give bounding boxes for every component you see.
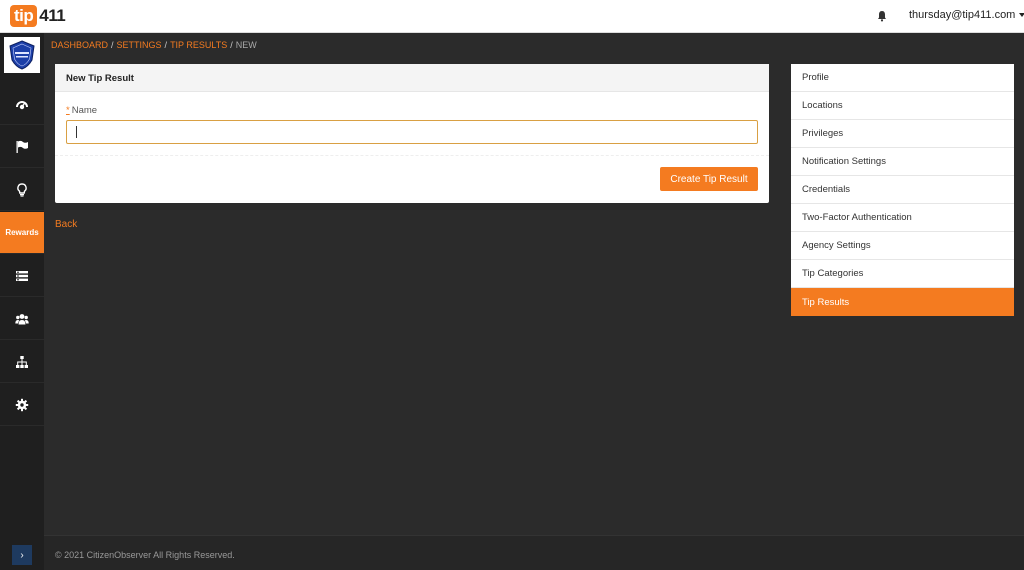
users-icon: [15, 313, 29, 324]
chevron-right-icon: ›: [20, 549, 24, 561]
top-navbar: tip 411 thursday@tip411.com: [0, 0, 1024, 33]
menu-item-two-factor-authentication[interactable]: Two-Factor Authentication: [791, 204, 1014, 232]
breadcrumb-tip-results[interactable]: Tip Results: [170, 40, 227, 50]
breadcrumb-separator: /: [111, 40, 114, 50]
sidebar-item-organization[interactable]: [0, 341, 44, 383]
sidebar-item-users[interactable]: [0, 298, 44, 340]
form-divider: [55, 155, 769, 156]
menu-item-credentials[interactable]: Credentials: [791, 176, 1014, 204]
footer: © 2021 CitizenObserver All Rights Reserv…: [44, 535, 1024, 570]
menu-item-agency-settings[interactable]: Agency Settings: [791, 232, 1014, 260]
list-icon: [16, 270, 28, 281]
back-link[interactable]: Back: [55, 219, 77, 230]
user-email: thursday@tip411.com: [909, 9, 1016, 21]
sidebar-item-list[interactable]: [0, 255, 44, 297]
settings-menu: Profile Locations Privileges Notificatio…: [791, 64, 1014, 316]
lightbulb-icon: [17, 182, 27, 197]
sidebar: Rewards ›: [0, 33, 44, 570]
name-field-label: * Name: [66, 105, 97, 116]
menu-item-notification-settings[interactable]: Notification Settings: [791, 148, 1014, 176]
caret-down-icon: [1019, 13, 1024, 18]
sidebar-item-rewards-label: Rewards: [5, 228, 39, 237]
logo-number-text: 411: [39, 6, 66, 25]
expand-sidebar-button[interactable]: ›: [12, 545, 32, 565]
copyright-text: © 2021 CitizenObserver All Rights Reserv…: [55, 550, 235, 560]
dashboard-gauge-icon: [16, 100, 28, 109]
logo-tip-text: tip: [10, 5, 38, 27]
bell-icon[interactable]: [876, 10, 888, 22]
sidebar-item-dashboard[interactable]: [0, 83, 44, 125]
form-title: New Tip Result: [55, 64, 769, 92]
user-menu[interactable]: thursday@tip411.com: [909, 9, 1024, 21]
breadcrumb-separator: /: [164, 40, 168, 50]
new-tip-result-form: New Tip Result * Name Create Tip Result: [55, 64, 769, 203]
sitemap-icon: [16, 355, 28, 368]
breadcrumb-separator: /: [230, 40, 233, 50]
menu-item-profile[interactable]: Profile: [791, 64, 1014, 92]
flag-icon: [16, 140, 28, 153]
menu-item-tip-categories[interactable]: Tip Categories: [791, 260, 1014, 288]
breadcrumb-dashboard[interactable]: Dashboard: [51, 40, 108, 50]
name-input[interactable]: [66, 120, 758, 144]
required-marker: *: [66, 105, 70, 116]
tip411-logo[interactable]: tip 411: [10, 5, 66, 27]
breadcrumb: Dashboard / Settings / Tip Results / New: [51, 40, 257, 50]
police-badge-icon[interactable]: [4, 37, 40, 73]
sidebar-item-ideas[interactable]: [0, 169, 44, 211]
sidebar-item-rewards[interactable]: Rewards: [0, 212, 44, 254]
menu-item-tip-results[interactable]: Tip Results: [791, 288, 1014, 316]
name-label-text: Name: [71, 105, 98, 116]
sidebar-item-settings[interactable]: [0, 384, 44, 426]
breadcrumb-settings[interactable]: Settings: [117, 40, 162, 50]
menu-item-privileges[interactable]: Privileges: [791, 120, 1014, 148]
breadcrumb-current: New: [235, 40, 257, 50]
sidebar-item-tips[interactable]: [0, 126, 44, 168]
menu-item-locations[interactable]: Locations: [791, 92, 1014, 120]
create-tip-result-button[interactable]: Create Tip Result: [660, 167, 758, 191]
gear-icon: [15, 398, 29, 411]
text-cursor: [76, 126, 77, 138]
